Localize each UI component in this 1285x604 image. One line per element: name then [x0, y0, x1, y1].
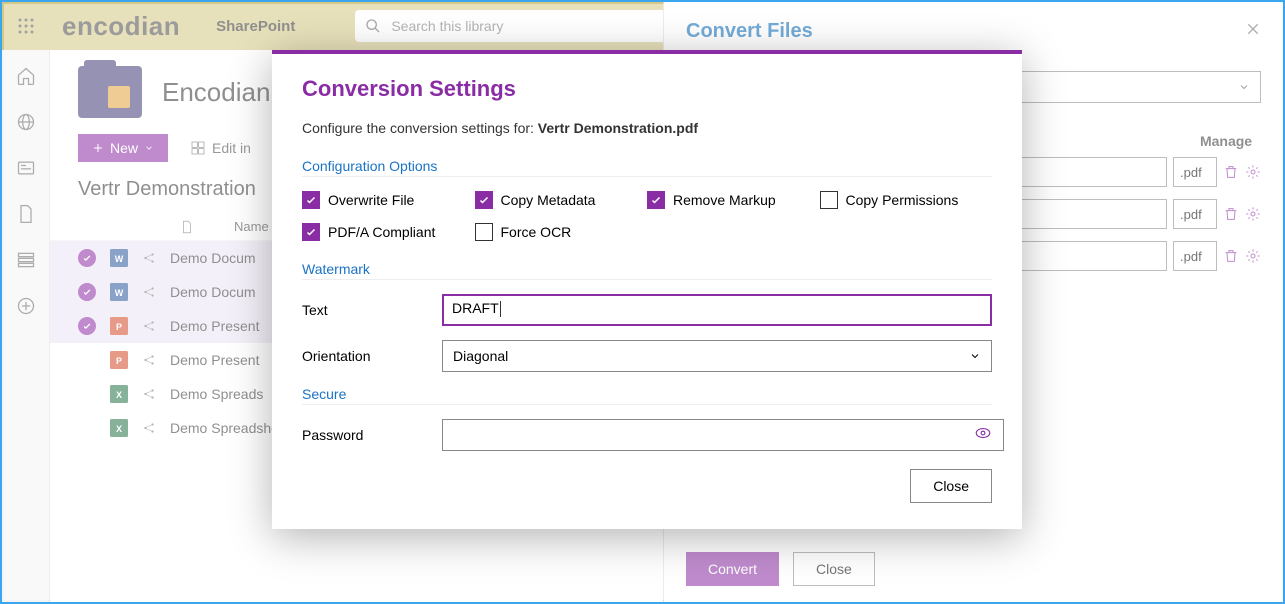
checkbox-label: Copy Metadata — [501, 192, 596, 208]
password-label: Password — [302, 427, 442, 443]
wm-orient-label: Orientation — [302, 348, 442, 364]
checkbox-label: Remove Markup — [673, 192, 776, 208]
checkbox-label: Force OCR — [501, 224, 572, 240]
checkbox-label: Copy Permissions — [846, 192, 959, 208]
checkbox-label: PDF/A Compliant — [328, 224, 435, 240]
checkbox-label: Overwrite File — [328, 192, 414, 208]
checkbox-force_ocr[interactable]: Force OCR — [475, 223, 648, 241]
checkbox-copy_meta[interactable]: Copy Metadata — [475, 191, 648, 209]
section-config: Configuration Options — [302, 158, 992, 177]
modal-subtitle: Configure the conversion settings for: V… — [302, 120, 992, 136]
section-watermark: Watermark — [302, 261, 992, 280]
section-secure: Secure — [302, 386, 992, 405]
conversion-settings-modal: Conversion Settings Configure the conver… — [272, 50, 1022, 529]
checkbox-pdfa[interactable]: PDF/A Compliant — [302, 223, 475, 241]
modal-close-button[interactable]: Close — [910, 469, 992, 503]
checkbox-remove_markup[interactable]: Remove Markup — [647, 191, 820, 209]
checkbox-box[interactable] — [820, 191, 838, 209]
checkbox-box[interactable] — [647, 191, 665, 209]
password-input[interactable] — [442, 419, 1004, 451]
checkbox-copy_perm[interactable]: Copy Permissions — [820, 191, 993, 209]
wm-text-label: Text — [302, 302, 442, 318]
checkbox-box[interactable] — [475, 191, 493, 209]
eye-icon[interactable] — [974, 424, 992, 447]
checkbox-box[interactable] — [475, 223, 493, 241]
checkbox-box[interactable] — [302, 223, 320, 241]
modal-title: Conversion Settings — [302, 76, 992, 102]
orientation-select[interactable]: Diagonal — [442, 340, 992, 372]
chevron-down-icon — [969, 350, 981, 362]
checkbox-overwrite[interactable]: Overwrite File — [302, 191, 475, 209]
checkbox-box[interactable] — [302, 191, 320, 209]
watermark-text-input[interactable]: DRAFT — [442, 294, 992, 326]
